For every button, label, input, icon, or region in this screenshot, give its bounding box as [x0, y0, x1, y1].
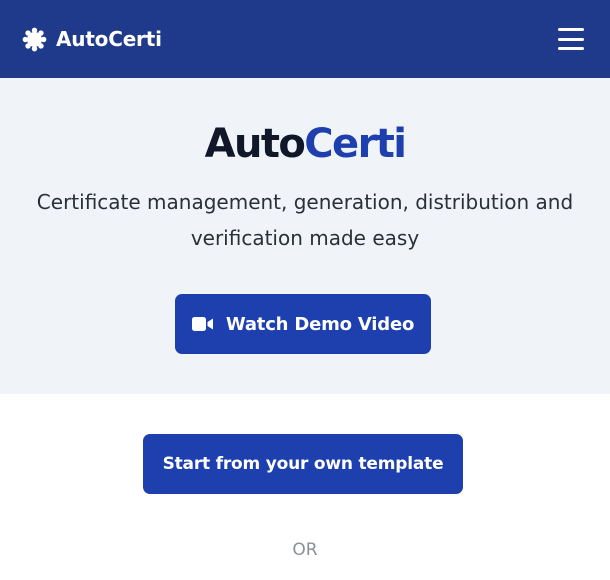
menu-bar-top	[558, 28, 584, 31]
brand-name: AutoCerti	[56, 27, 162, 51]
hero-title-auto: Auto	[204, 121, 306, 167]
hero-tagline: Certificate management, generation, dist…	[36, 190, 574, 250]
start-from-template-button[interactable]: Start from your own template	[143, 434, 463, 494]
video-camera-icon	[191, 317, 213, 331]
gear-badge-icon	[22, 27, 47, 51]
hero-section: AutoCerti Certificate management, genera…	[0, 78, 610, 394]
hamburger-menu-icon[interactable]	[558, 28, 584, 50]
top-navbar: AutoCerti	[0, 0, 610, 78]
menu-bar-middle	[558, 37, 584, 41]
watch-demo-video-button[interactable]: Watch Demo Video	[175, 294, 431, 354]
brand-link[interactable]: AutoCerti	[22, 27, 162, 52]
hero-title: AutoCerti	[0, 118, 610, 170]
hero-title-certi: Certi	[304, 121, 407, 167]
watch-demo-video-label: Watch Demo Video	[225, 313, 415, 335]
menu-bar-bottom	[558, 47, 584, 50]
or-divider: OR	[292, 540, 318, 560]
